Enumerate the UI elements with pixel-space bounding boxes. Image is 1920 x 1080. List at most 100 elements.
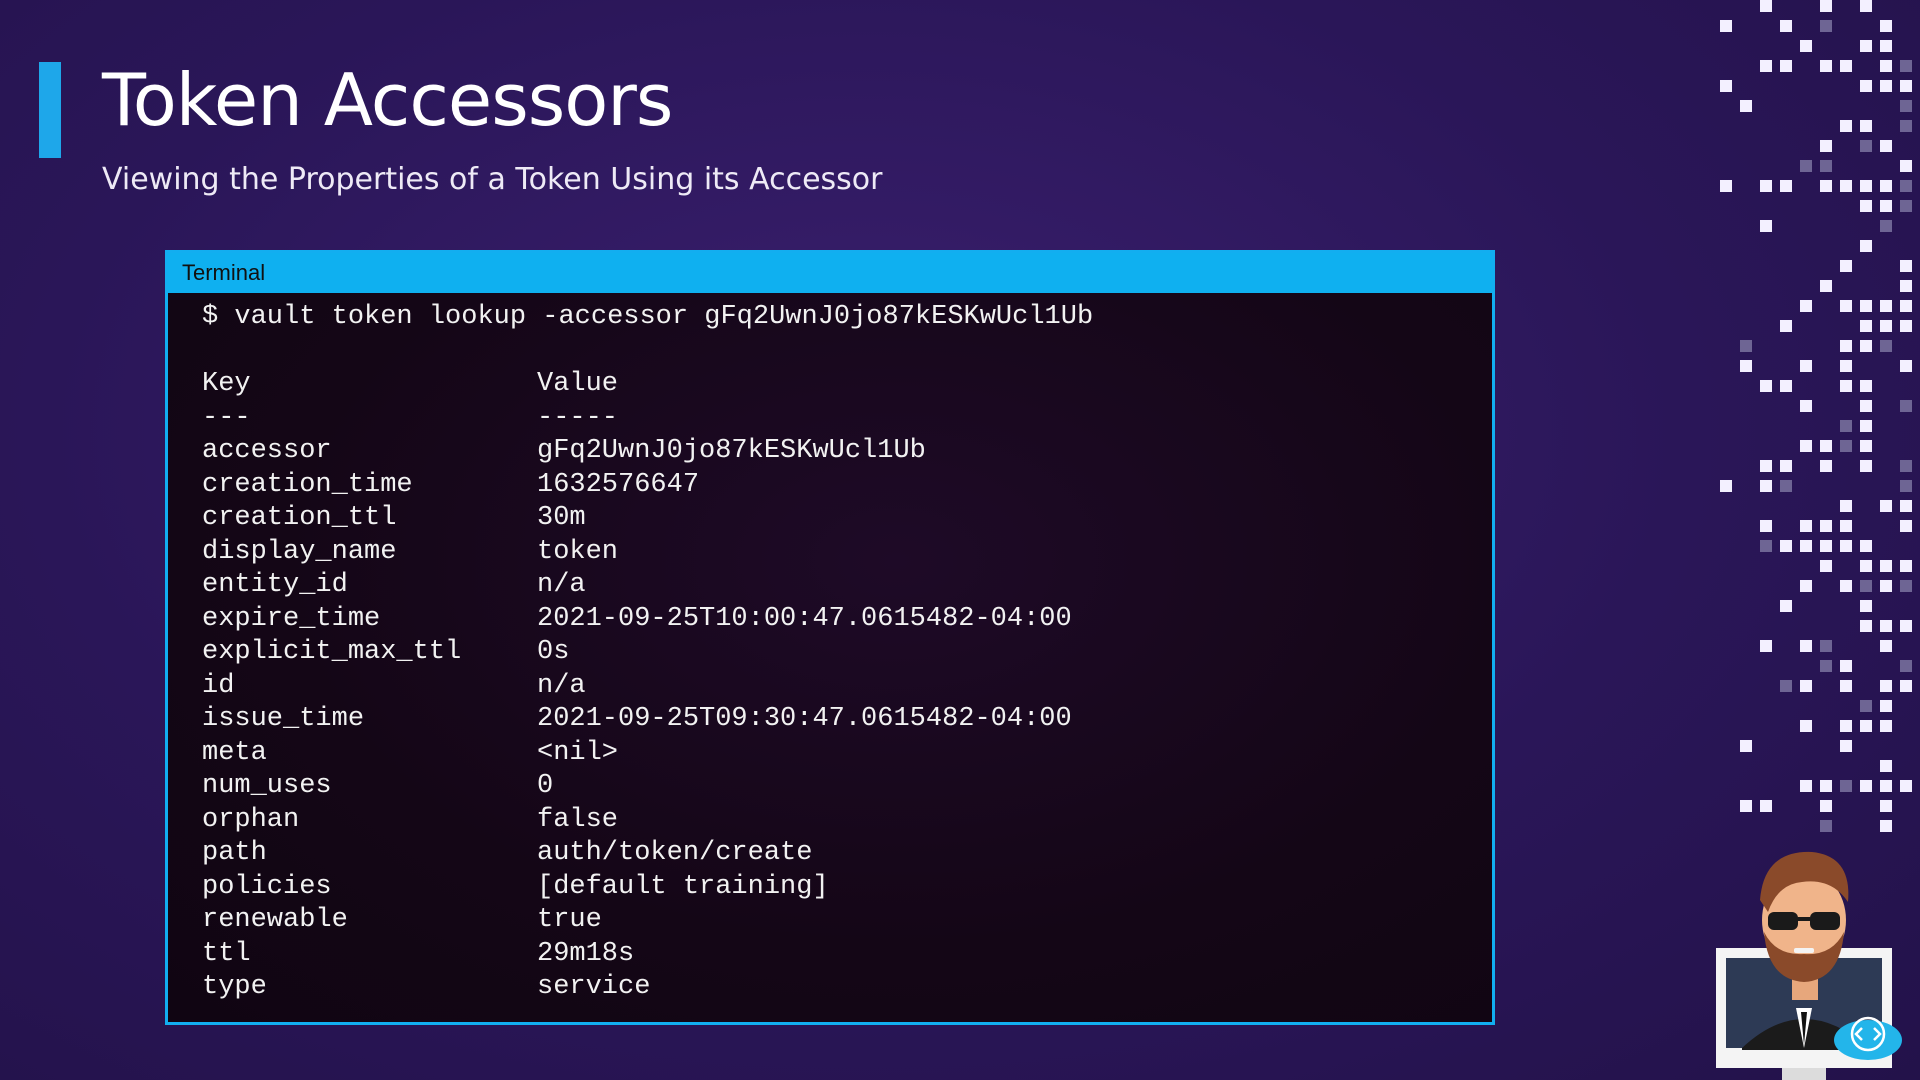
- row-key: path: [202, 838, 267, 868]
- pixel-square: [1900, 280, 1912, 292]
- pixel-square: [1860, 0, 1872, 12]
- pixel-square: [1740, 740, 1752, 752]
- pixel-square: [1740, 100, 1752, 112]
- pixel-square: [1760, 220, 1772, 232]
- row-key: display_name: [202, 536, 397, 567]
- pixel-square: [1820, 60, 1832, 72]
- row-value: 0s: [537, 637, 570, 667]
- terminal-title-bar: Terminal: [168, 253, 1492, 293]
- slide-subtitle: Viewing the Properties of a Token Using …: [102, 162, 883, 197]
- sunglasses-right: [1810, 912, 1840, 930]
- pixel-square: [1820, 660, 1832, 672]
- pixel-square: [1900, 580, 1912, 592]
- pixel-square: [1840, 520, 1852, 532]
- pixel-square: [1900, 160, 1912, 172]
- row-key: entity_id: [202, 570, 348, 600]
- row-key: num_uses: [202, 771, 332, 801]
- output-row: creation_ttl 30m: [202, 502, 1492, 536]
- output-row: num_uses 0: [202, 770, 1492, 804]
- pixel-square: [1840, 660, 1852, 672]
- row-key: policies: [202, 871, 332, 902]
- pixel-square: [1860, 560, 1872, 572]
- row-key: creation_time: [202, 469, 413, 500]
- row-key: creation_ttl: [202, 503, 397, 533]
- pixel-square: [1840, 300, 1852, 312]
- pixel-square: [1800, 640, 1812, 652]
- pixel-square: [1860, 320, 1872, 332]
- pixel-square: [1840, 340, 1852, 352]
- pixel-square: [1760, 480, 1772, 492]
- pixel-square: [1900, 400, 1912, 412]
- pixel-square: [1880, 500, 1892, 512]
- row-value: 1632576647: [537, 469, 700, 500]
- column-header-key: Key: [202, 369, 251, 399]
- pixel-square: [1800, 440, 1812, 452]
- pixel-square: [1820, 800, 1832, 812]
- terminal-command: $ vault token lookup -accessor gFq2UwnJ0…: [202, 302, 1094, 332]
- pixel-square: [1860, 400, 1872, 412]
- pixel-square: [1860, 80, 1872, 92]
- output-row: expire_time 2021-09-25T10:00:47.0615482-0…: [202, 603, 1492, 637]
- pixel-square: [1800, 400, 1812, 412]
- pixel-square: [1900, 80, 1912, 92]
- pixel-square: [1880, 760, 1892, 772]
- pixel-square: [1820, 0, 1832, 12]
- row-value: token: [537, 536, 619, 567]
- pixel-square: [1780, 320, 1792, 332]
- pixel-square: [1780, 600, 1792, 612]
- slide-title: Token Accessors: [102, 58, 673, 142]
- output-row: ttl 29m18s: [202, 938, 1492, 972]
- pixel-square: [1880, 20, 1892, 32]
- row-value: n/a: [537, 670, 586, 701]
- output-row: policies [default training]: [202, 871, 1492, 905]
- pixel-square: [1820, 280, 1832, 292]
- pixel-square: [1780, 480, 1792, 492]
- pixel-square: [1800, 680, 1812, 692]
- pixel-square: [1840, 780, 1852, 792]
- pixel-square: [1840, 120, 1852, 132]
- pixel-square: [1900, 360, 1912, 372]
- pixel-square: [1860, 380, 1872, 392]
- pixel-square: [1900, 520, 1912, 532]
- row-value: n/a: [537, 570, 586, 600]
- pixel-square: [1860, 620, 1872, 632]
- pixel-square: [1860, 780, 1872, 792]
- pixel-square: [1900, 180, 1912, 192]
- pixel-square: [1900, 480, 1912, 492]
- pixel-square: [1880, 580, 1892, 592]
- row-value: gFq2UwnJ0jo87kESKwUcl1Ub: [537, 436, 926, 466]
- output-header-row: Key Value: [202, 368, 1492, 402]
- pixel-square: [1720, 20, 1732, 32]
- pixel-square: [1900, 620, 1912, 632]
- pixel-square: [1900, 260, 1912, 272]
- row-value: [default training]: [537, 871, 829, 902]
- pixel-square: [1860, 40, 1872, 52]
- pixel-square: [1720, 480, 1732, 492]
- pixel-pattern-decoration: [1720, 0, 1920, 860]
- pixel-square: [1860, 600, 1872, 612]
- pixel-square: [1820, 460, 1832, 472]
- separator-key: ---: [202, 402, 251, 433]
- pixel-square: [1800, 580, 1812, 592]
- pixel-square: [1780, 180, 1792, 192]
- output-row: explicit_max_ttl 0s: [202, 636, 1492, 670]
- terminal-output: $ vault token lookup -accessor gFq2UwnJ0…: [168, 293, 1492, 1005]
- pixel-square: [1800, 540, 1812, 552]
- terminal-window: Terminal $ vault token lookup -accessor …: [165, 250, 1495, 1025]
- row-value: service: [537, 972, 651, 1002]
- row-key: accessor: [202, 436, 332, 466]
- pixel-square: [1820, 180, 1832, 192]
- pixel-square: [1860, 420, 1872, 432]
- pixel-square: [1760, 520, 1772, 532]
- output-separator-row: --- -----: [202, 402, 1492, 436]
- row-value: false: [537, 804, 619, 835]
- pixel-square: [1900, 560, 1912, 572]
- pixel-square: [1840, 380, 1852, 392]
- row-key: issue_time: [202, 704, 365, 734]
- pixel-square: [1820, 560, 1832, 572]
- pixel-square: [1800, 520, 1812, 532]
- output-row: type service: [202, 971, 1492, 1005]
- pixel-square: [1800, 780, 1812, 792]
- pixel-square: [1900, 320, 1912, 332]
